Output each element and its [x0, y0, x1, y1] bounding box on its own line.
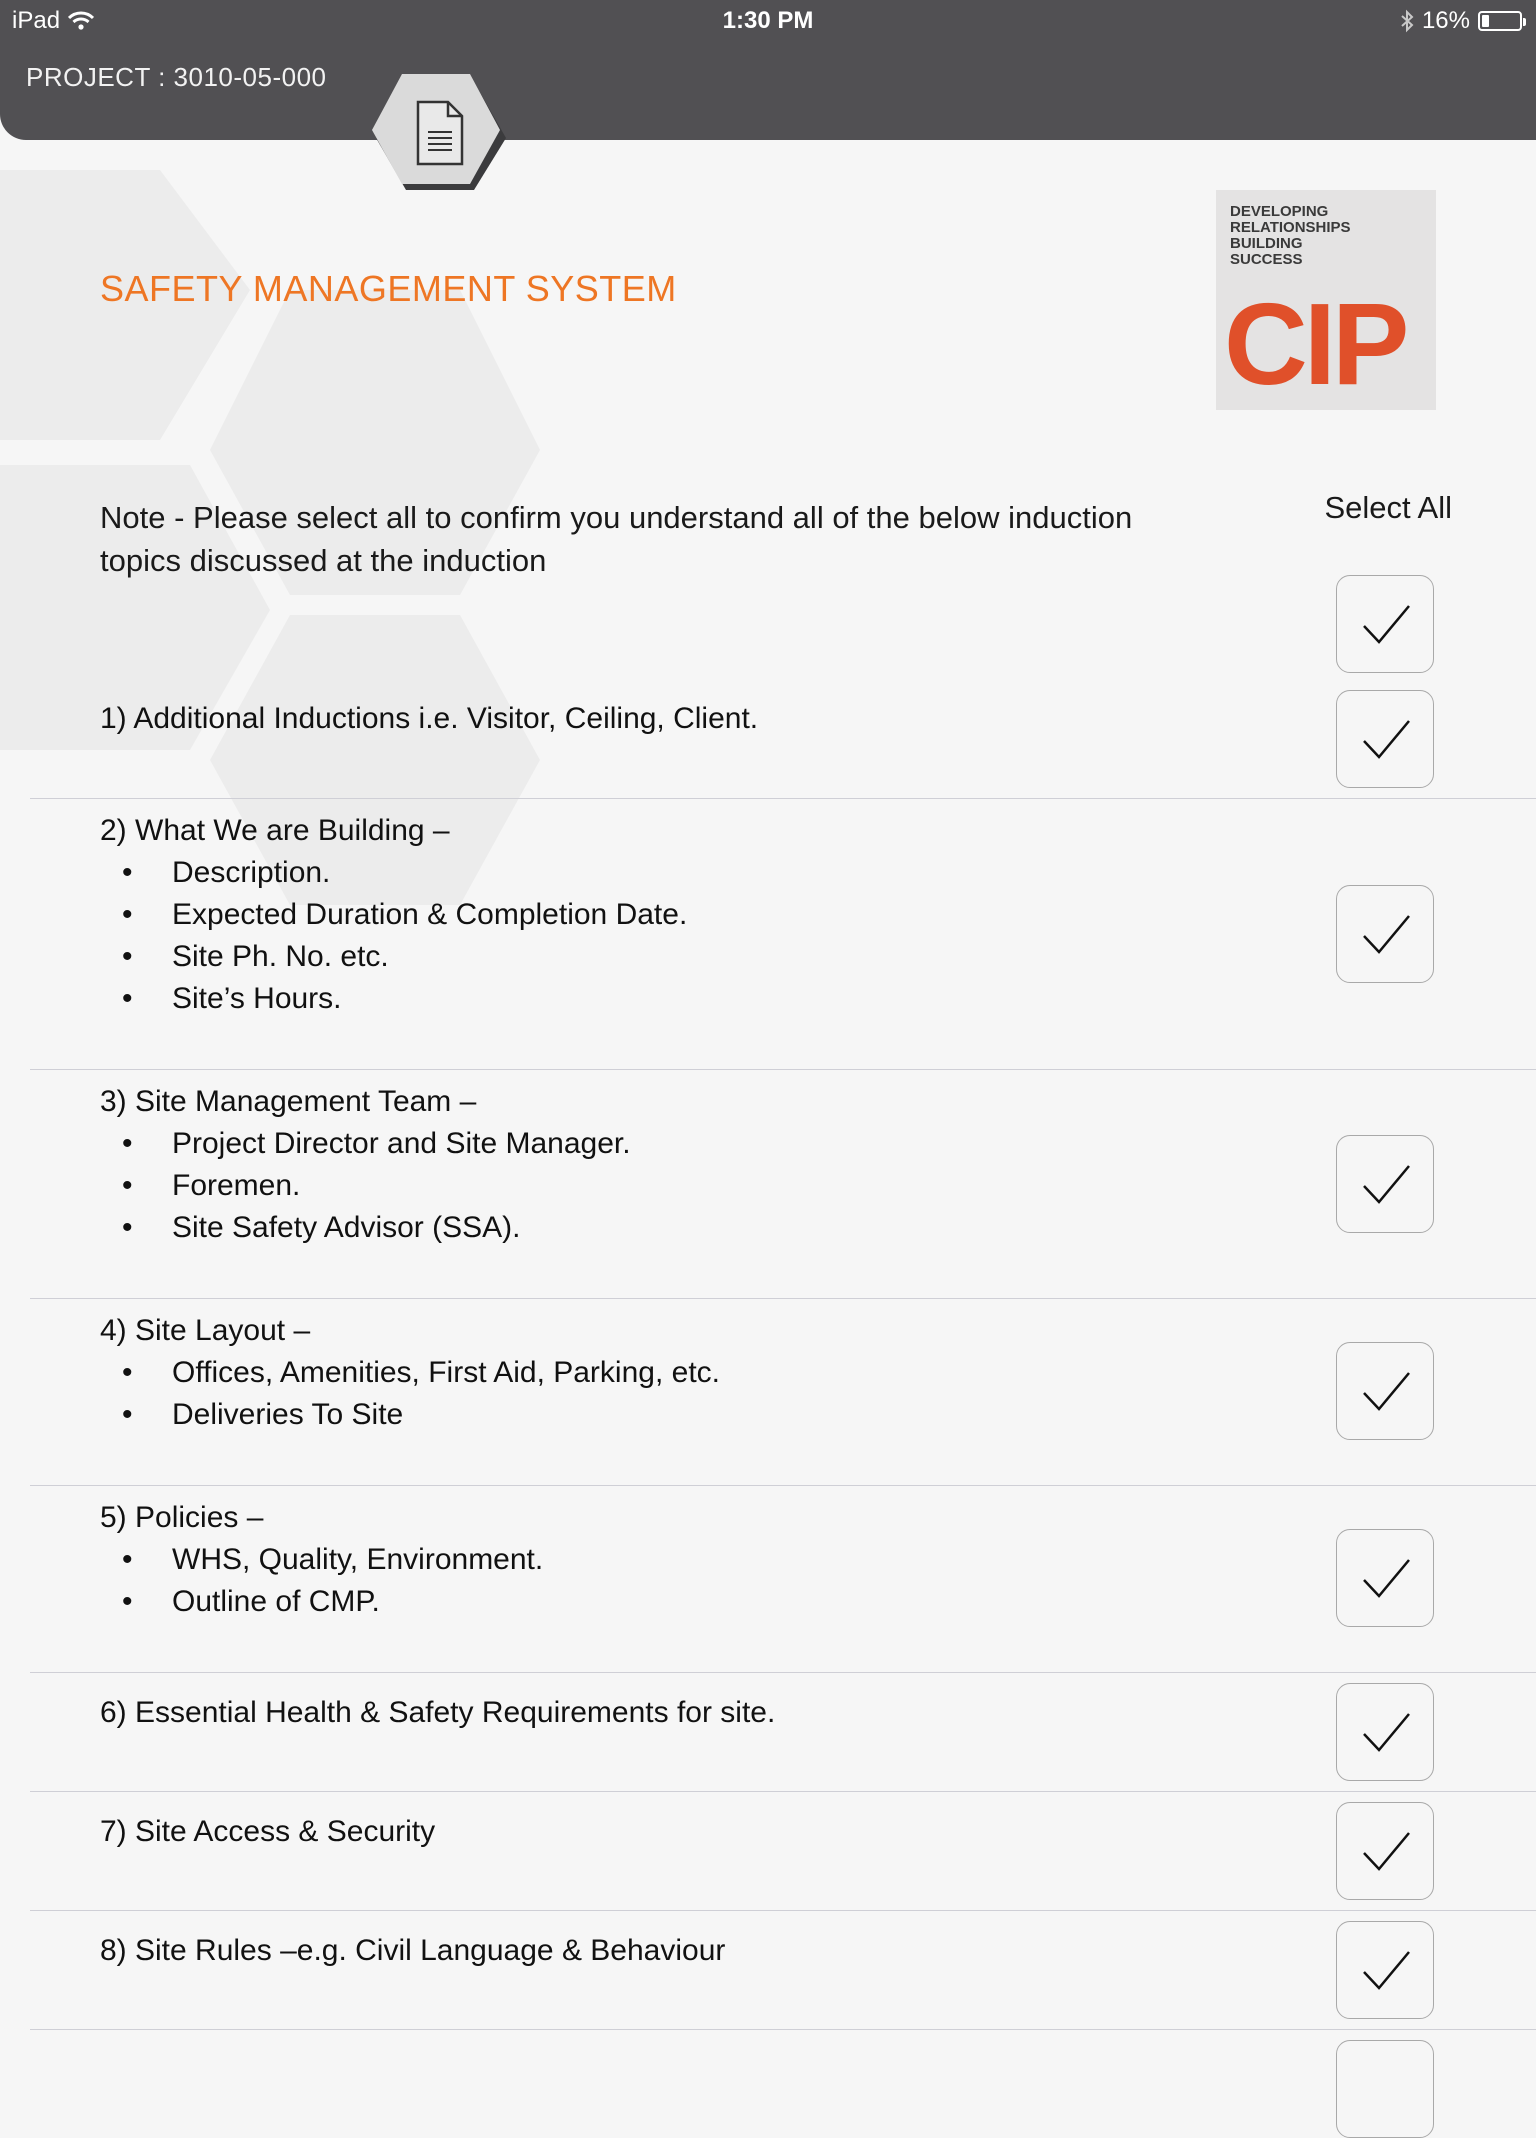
- item-divider: [30, 1069, 1536, 1070]
- checkmark-icon: [1363, 1832, 1410, 1871]
- list-item: • Deliveries To Site: [122, 1398, 404, 1431]
- checkmark-icon: [1363, 1165, 1410, 1204]
- item-4-checkbox[interactable]: [1336, 1342, 1434, 1440]
- list-item: • Expected Duration & Completion Date.: [122, 898, 688, 931]
- checkmark-icon: [1363, 1951, 1410, 1990]
- clock: 1:30 PM: [722, 7, 814, 34]
- status-bar: iPad 1:30 PM 16%: [0, 0, 1536, 42]
- item-divider: [30, 2029, 1536, 2030]
- item-7-checkbox[interactable]: [1336, 1802, 1434, 1900]
- list-item: • Site Ph. No. etc.: [122, 940, 389, 973]
- item-divider: [30, 1791, 1536, 1792]
- induction-item-3: 3) Site Management Team – • Project Direc…: [100, 1081, 631, 1249]
- project-label: PROJECT : 3010-05-000: [26, 62, 327, 92]
- list-item: • WHS, Quality, Environment.: [122, 1543, 544, 1576]
- list-item: • Foremen.: [122, 1169, 301, 1202]
- checkmark-icon: [1363, 1713, 1410, 1752]
- company-logo: DEVELOPING RELATIONSHIPS BUILDING SUCCES…: [1216, 190, 1436, 410]
- item-5-checkbox[interactable]: [1336, 1529, 1434, 1627]
- item-2-checkbox[interactable]: [1336, 885, 1434, 983]
- item-8-checkbox[interactable]: [1336, 1921, 1434, 2019]
- list-item: • Site Safety Advisor (SSA).: [122, 1211, 521, 1244]
- checkmark-icon: [1363, 1372, 1410, 1411]
- logo-mark: CIP: [1224, 279, 1409, 409]
- item-divider: [30, 1485, 1536, 1486]
- item-divider: [30, 1298, 1536, 1299]
- item-1-checkbox[interactable]: [1336, 690, 1434, 788]
- list-item: • Site’s Hours.: [122, 982, 342, 1015]
- item-divider: [30, 798, 1536, 799]
- checkmark-icon: [1363, 1559, 1410, 1598]
- list-item: • Offices, Amenities, First Aid, Parking,…: [122, 1356, 720, 1389]
- item-6-checkbox[interactable]: [1336, 1683, 1434, 1781]
- item-divider: [30, 1910, 1536, 1911]
- select-all-checkbox[interactable]: [1336, 575, 1434, 673]
- item-divider: [30, 1672, 1536, 1673]
- select-all-label: Select All: [1324, 490, 1452, 525]
- induction-item-4: 4) Site Layout – • Offices, Amenities, Fi…: [100, 1310, 720, 1436]
- induction-item-2: 2) What We are Building – • Description. …: [100, 810, 687, 1020]
- induction-item-6: 6) Essential Health & Safety Requirement…: [100, 1696, 776, 1729]
- list-item: • Project Director and Site Manager.: [122, 1127, 631, 1160]
- induction-item-1: 1) Additional Inductions i.e. Visitor, C…: [100, 702, 759, 735]
- list-item: • Description.: [122, 856, 331, 889]
- battery-percent: 16%: [1421, 7, 1470, 34]
- checkmark-icon: [1363, 605, 1410, 644]
- document-icon[interactable]: [372, 72, 508, 194]
- induction-item-5: 5) Policies – • WHS, Quality, Environment…: [100, 1497, 543, 1623]
- item-3-checkbox[interactable]: [1336, 1135, 1434, 1233]
- checkmark-icon: [1363, 915, 1410, 954]
- bluetooth-icon: [1401, 9, 1414, 33]
- checkmark-icon: [1363, 720, 1410, 759]
- item-9-checkbox[interactable]: [1336, 2040, 1434, 2138]
- battery-icon: [1478, 11, 1526, 31]
- induction-item-8: 8) Site Rules –e.g. Civil Language & Beh…: [100, 1934, 726, 1967]
- induction-item-7: 7) Site Access & Security: [100, 1815, 436, 1848]
- list-item: • Outline of CMP.: [122, 1585, 380, 1618]
- instruction-note: Note - Please select all to confirm you …: [100, 500, 1133, 578]
- page-title: SAFETY MANAGEMENT SYSTEM: [100, 268, 677, 309]
